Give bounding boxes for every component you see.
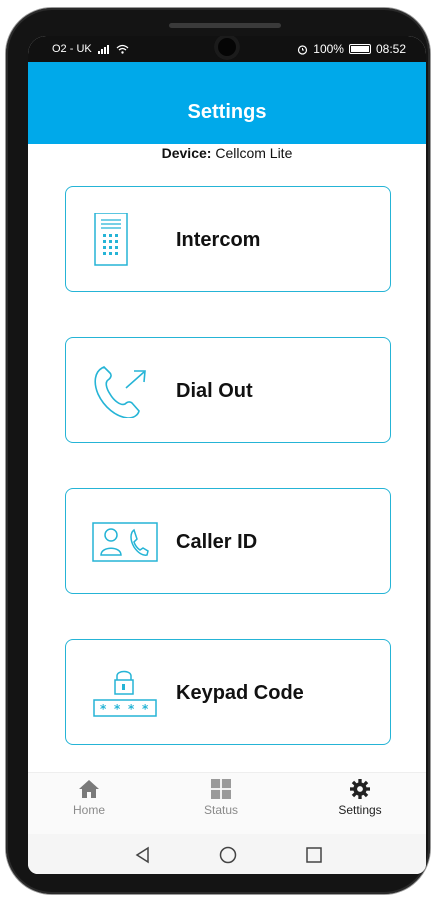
grid-icon: [211, 779, 231, 799]
phone-frame: O2 - UK 100% 08:52 Settings Device: Cell…: [6, 8, 430, 894]
front-camera: [214, 36, 240, 60]
clock: 08:52: [375, 42, 406, 56]
alarm-icon: [298, 44, 308, 55]
svg-text:*: *: [128, 702, 135, 716]
gear-icon: [350, 779, 370, 799]
app-screen: O2 - UK 100% 08:52 Settings Device: Cell…: [28, 36, 426, 874]
tab-home[interactable]: Home: [39, 779, 139, 817]
tab-status[interactable]: Status: [171, 779, 271, 817]
carrier-name: O2 - UK: [52, 43, 92, 55]
bottom-tab-bar: Home Status Settings: [28, 772, 426, 835]
tab-status-label: Status: [203, 803, 239, 817]
tab-settings-label: Settings: [338, 803, 382, 817]
keypad-lock-icon: * * * *: [93, 670, 157, 717]
earpiece-speaker: [169, 23, 281, 28]
svg-text:*: *: [142, 702, 149, 716]
battery-icon: [348, 44, 371, 54]
home-icon: [79, 780, 99, 798]
caller-id-icon: [92, 522, 158, 562]
intercom-button[interactable]: Intercom: [65, 186, 391, 292]
wifi-icon: [116, 44, 129, 54]
device-label: Device:: [161, 145, 212, 161]
intercom-panel-icon: [94, 213, 128, 266]
dial-out-button[interactable]: Dial Out: [65, 337, 391, 443]
svg-text:*: *: [100, 702, 107, 716]
caller-id-button[interactable]: Caller ID: [65, 488, 391, 594]
dial-out-label: Dial Out: [176, 380, 253, 402]
battery-percent: 100%: [313, 42, 344, 56]
phone-outgoing-icon: [94, 366, 146, 418]
device-info: Device: Cellcom Lite: [28, 145, 426, 161]
intercom-label: Intercom: [176, 229, 261, 251]
status-left: O2 - UK: [52, 43, 129, 55]
app-header: Settings: [28, 62, 426, 144]
page-title: Settings: [187, 101, 267, 123]
keypad-code-label: Keypad Code: [176, 682, 304, 704]
back-triangle-icon[interactable]: [134, 846, 152, 864]
status-right: 100% 08:52: [297, 42, 406, 56]
keypad-code-button[interactable]: * * * * Keypad Code: [65, 639, 391, 745]
system-nav-bar: [28, 834, 426, 874]
tab-home-label: Home: [72, 803, 105, 817]
caller-id-label: Caller ID: [176, 531, 258, 553]
device-name: Cellcom Lite: [215, 145, 293, 161]
svg-text:*: *: [114, 702, 121, 716]
status-bar: O2 - UK 100% 08:52: [28, 36, 426, 62]
home-circle-icon[interactable]: [219, 846, 237, 864]
signal-icon: [97, 44, 109, 54]
recents-square-icon[interactable]: [305, 846, 323, 864]
tab-settings[interactable]: Settings: [310, 779, 410, 817]
